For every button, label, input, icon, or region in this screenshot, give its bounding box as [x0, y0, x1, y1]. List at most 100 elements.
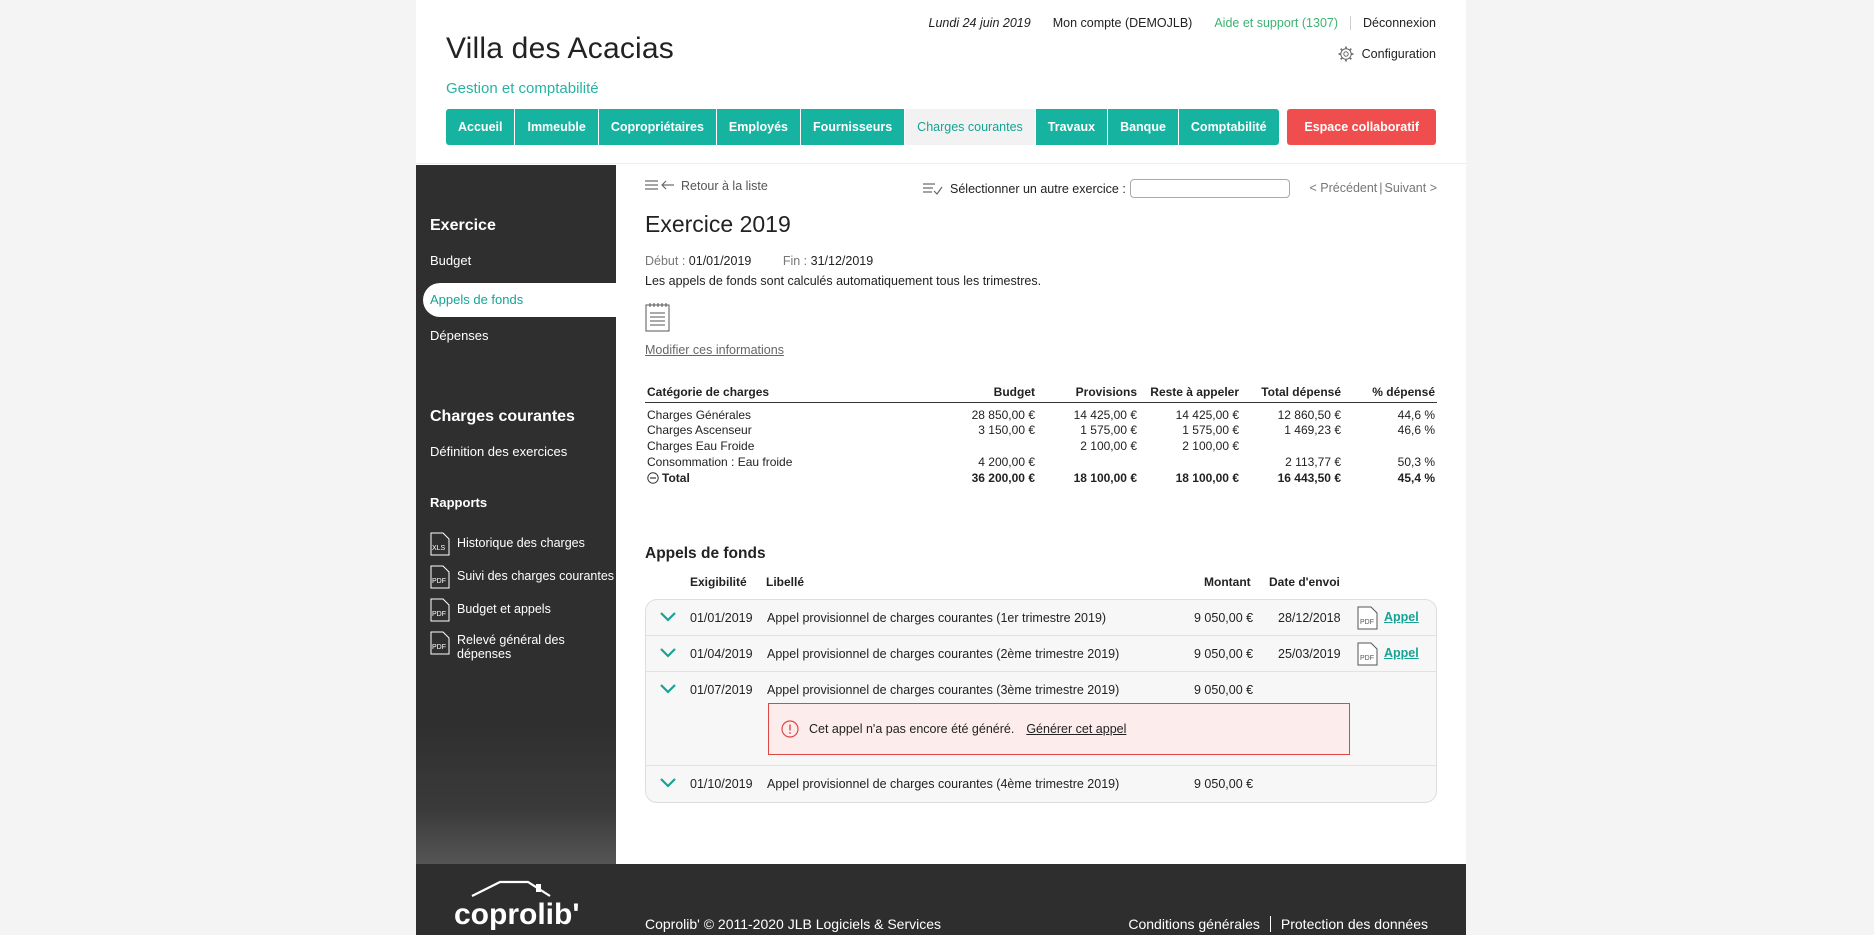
cell: 16 443,50 € — [1277, 471, 1341, 485]
appel-date-envoi: 28/12/2018 — [1278, 611, 1341, 625]
sidebar-heading-charges: Charges courantes — [430, 408, 575, 425]
list-item[interactable]: 01/01/2019 Appel provisionnel de charges… — [646, 600, 1436, 636]
appel-libelle: Appel provisionnel de charges courantes … — [767, 647, 1120, 661]
top-bar: Lundi 24 juin 2019 Mon compte (DEMOJLB) … — [929, 16, 1436, 30]
pdf-file-icon: PDF — [430, 598, 450, 622]
report-historique[interactable]: XLS Historique des charges — [430, 532, 585, 556]
appel-download-link[interactable]: Appel — [1384, 646, 1419, 660]
notepad-icon[interactable] — [645, 302, 671, 332]
pdf-file-icon: PDF — [430, 631, 450, 655]
back-to-list-link[interactable]: Retour à la liste — [645, 179, 768, 193]
header: Villa des Acacias Gestion et comptabilit… — [416, 0, 1466, 164]
appel-date: 01/01/2019 — [690, 611, 753, 625]
report-suivi[interactable]: PDF Suivi des charges courantes — [430, 565, 614, 589]
col-libelle: Libellé — [766, 575, 805, 589]
table-row: Charges Ascenseur 3 150,00 € 1 575,00 € 1 5… — [645, 422, 1437, 438]
report-releve[interactable]: PDF Relevé général des dépenses — [430, 631, 580, 661]
cell — [1343, 438, 1437, 454]
separator — [1269, 916, 1271, 932]
previous-link[interactable]: < Précédent — [1310, 181, 1378, 195]
exercise-select-input[interactable] — [1129, 179, 1290, 198]
col-reste: Reste à appeler — [1139, 382, 1241, 403]
list-item[interactable]: 01/10/2019 Appel provisionnel de charges… — [646, 766, 1436, 802]
page-title: Exercice 2019 — [645, 211, 791, 237]
exercise-info: Les appels de fonds sont calculés automa… — [645, 274, 1042, 288]
col-categorie: Catégorie de charges — [645, 382, 945, 403]
chevron-down-icon[interactable] — [660, 778, 676, 788]
alert-text: Cet appel n'a pas encore été généré. — [809, 722, 1015, 736]
sidebar-item-appels[interactable]: Appels de fonds — [423, 283, 616, 317]
cell: 18 100,00 € — [1073, 471, 1137, 485]
sidebar-heading-rapports: Rapports — [430, 495, 488, 510]
collab-space-button[interactable]: Espace collaboratif — [1287, 109, 1436, 145]
generate-appel-link[interactable]: Générer cet appel — [1026, 722, 1126, 736]
appel-montant: 9 050,00 € — [1194, 647, 1254, 661]
select-label: Sélectionner un autre exercice : — [950, 181, 1126, 196]
next-link[interactable]: Suivant > — [1385, 181, 1437, 195]
cell: 1 469,23 € — [1284, 423, 1341, 437]
appel-date: 01/04/2019 — [690, 647, 753, 661]
tab-coproprietaires[interactable]: Copropriétaires — [598, 109, 717, 145]
tab-immeuble[interactable]: Immeuble — [515, 109, 599, 145]
cell: 1 575,00 € — [1080, 423, 1137, 437]
svg-text:PDF: PDF — [432, 644, 446, 651]
cell: 12 860,50 € — [1277, 408, 1341, 422]
chevron-down-icon[interactable] — [660, 612, 676, 622]
collapse-minus-icon[interactable] — [647, 472, 659, 484]
tab-accueil[interactable]: Accueil — [446, 109, 516, 145]
sidebar-item-budget[interactable]: Budget — [430, 253, 471, 268]
appel-date: 01/10/2019 — [690, 777, 753, 791]
logout-link[interactable]: Déconnexion — [1363, 16, 1436, 30]
cell: 45,4 % — [1397, 471, 1435, 485]
svg-text:PDF: PDF — [432, 578, 446, 585]
start-date: 01/01/2019 — [688, 254, 752, 268]
report-label: Suivi des charges courantes — [457, 569, 615, 583]
page: Villa des Acacias Gestion et comptabilit… — [416, 0, 1466, 935]
tab-travaux[interactable]: Travaux — [1035, 109, 1109, 145]
col-budget: Budget — [945, 382, 1037, 403]
col-provisions: Provisions — [1037, 382, 1139, 403]
appel-download-link[interactable]: Appel — [1384, 610, 1419, 624]
chevron-down-icon[interactable] — [660, 684, 676, 694]
footer: coprolib' Coprolib' © 2011-2020 JLB Logi… — [416, 864, 1466, 935]
total-label-cell[interactable]: Total — [645, 470, 945, 486]
prev-next-nav: < Précédent | Suivant > — [1310, 181, 1437, 195]
tab-comptabilite[interactable]: Comptabilité — [1178, 109, 1279, 145]
account-link[interactable]: Mon compte (DEMOJLB) — [1053, 16, 1193, 30]
separator: | — [1379, 181, 1383, 195]
appels-title: Appels de fonds — [645, 545, 766, 562]
tab-charges-courantes[interactable]: Charges courantes — [905, 109, 1036, 145]
config-link[interactable]: Configuration — [1338, 46, 1436, 62]
cell: 46,6 % — [1397, 423, 1435, 437]
cell: 14 425,00 € — [1073, 408, 1137, 422]
back-label: Retour à la liste — [681, 179, 768, 193]
gear-icon — [1338, 46, 1354, 62]
privacy-link[interactable]: Protection des données — [1281, 916, 1428, 932]
report-label: Budget et appels — [457, 602, 551, 616]
modify-info-link[interactable]: Modifier ces informations — [645, 343, 784, 357]
start-label: Début : — [645, 254, 686, 268]
tab-banque[interactable]: Banque — [1108, 109, 1179, 145]
appel-libelle: Appel provisionnel de charges courantes … — [767, 683, 1120, 697]
list-item[interactable]: 01/04/2019 Appel provisionnel de charges… — [646, 636, 1436, 672]
report-budget[interactable]: PDF Budget et appels — [430, 598, 551, 622]
tab-employes[interactable]: Employés — [716, 109, 801, 145]
cell: 28 850,00 € — [971, 408, 1035, 422]
support-link[interactable]: Aide et support (1307) — [1214, 16, 1352, 30]
cell — [1037, 454, 1139, 470]
cell: 1 575,00 € — [1182, 423, 1239, 437]
logo-text: coprolib' — [454, 898, 579, 931]
tab-fournisseurs[interactable]: Fournisseurs — [800, 109, 906, 145]
appel-date: 01/07/2019 — [690, 683, 753, 697]
pdf-file-icon[interactable]: PDF — [1357, 606, 1379, 630]
terms-link[interactable]: Conditions générales — [1128, 916, 1260, 932]
cell: 44,6 % — [1397, 408, 1435, 422]
sidebar-item-depenses[interactable]: Dépenses — [430, 328, 489, 343]
chevron-down-icon[interactable] — [660, 648, 676, 658]
cell — [1241, 438, 1343, 454]
sidebar-item-definition[interactable]: Définition des exercices — [430, 444, 567, 459]
cell: 36 200,00 € — [971, 471, 1035, 485]
pdf-file-icon[interactable]: PDF — [1357, 642, 1379, 666]
list-item[interactable]: 01/07/2019 Appel provisionnel de charges… — [646, 672, 1436, 766]
cell: 2 100,00 € — [1182, 439, 1239, 453]
